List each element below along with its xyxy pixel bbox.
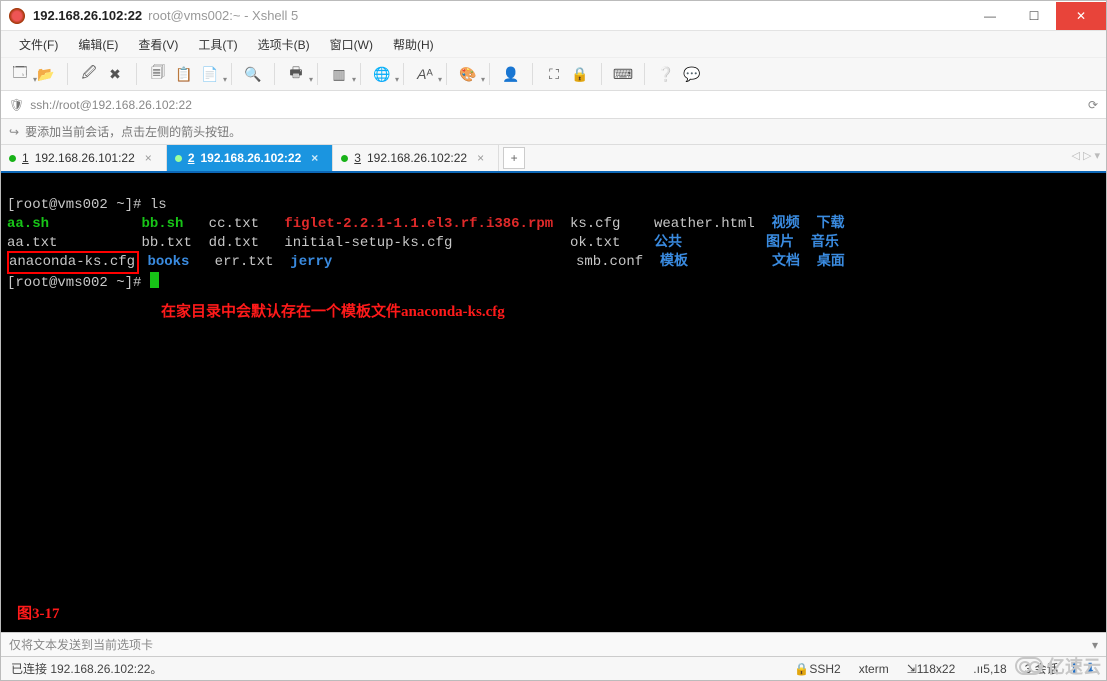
close-button[interactable]: ✕	[1056, 2, 1106, 30]
separator	[403, 63, 404, 85]
status-term-type: xterm	[859, 662, 889, 676]
tab-close-icon[interactable]: ×	[145, 151, 152, 165]
toolbar: 🗔 📂 🖉 ✖ 🗐 📋 📄 🔍 🖶 ▥ 🌐 Aᴬ 🎨 👤 ⛶ 🔒 ⌨ ❔ 💬	[1, 57, 1106, 91]
status-size: 118x22	[917, 662, 955, 676]
send-mode-label: 仅将文本发送到当前选项卡	[9, 636, 153, 653]
app-logo-icon	[9, 8, 25, 24]
help-icon[interactable]: ❔	[655, 63, 677, 85]
hint-arrow-icon[interactable]: ↪	[9, 125, 19, 139]
tab-2[interactable]: 2 192.168.26.102:22 ×	[167, 145, 333, 171]
tab-close-icon[interactable]: ×	[477, 151, 484, 165]
encoding-icon[interactable]: 🌐	[371, 63, 393, 85]
tab-close-icon[interactable]: ×	[311, 151, 318, 165]
open-icon[interactable]: 📂	[35, 63, 57, 85]
status-bar: 已连接 192.168.26.102:22。 🔒 SSH2 xterm ⇲ 11…	[1, 656, 1106, 680]
disconnect-icon[interactable]: ✖	[104, 63, 126, 85]
hint-text: 要添加当前会话，点击左侧的箭头按钮。	[25, 123, 241, 140]
tab-index: 1	[22, 151, 29, 165]
title-bar: 192.168.26.102:22 root@vms002:~ - Xshell…	[1, 1, 1106, 31]
cursor-icon	[150, 272, 159, 288]
search-icon[interactable]: 🔍	[242, 63, 264, 85]
font-icon[interactable]: Aᴬ	[414, 63, 436, 85]
separator	[489, 63, 490, 85]
separator	[360, 63, 361, 85]
separator	[67, 63, 68, 85]
tab-add-button[interactable]: +	[503, 147, 525, 169]
maximize-button[interactable]: ☐	[1012, 2, 1056, 30]
reconnect-icon[interactable]: 🖉	[78, 63, 100, 85]
send-dropdown-icon[interactable]: ▾	[1092, 638, 1098, 652]
status-dot-icon	[175, 155, 182, 162]
separator	[532, 63, 533, 85]
annotation-text: 在家目录中会默认存在一个模板文件anaconda-ks.cfg	[161, 303, 505, 322]
status-connection: 已连接 192.168.26.102:22。	[11, 660, 162, 677]
tab-3[interactable]: 3 192.168.26.102:22 ×	[333, 145, 499, 171]
separator	[231, 63, 232, 85]
about-icon[interactable]: 💬	[681, 63, 703, 85]
tab-bar: 1 192.168.26.101:22 × 2 192.168.26.102:2…	[1, 145, 1106, 173]
user-icon[interactable]: 👤	[500, 63, 522, 85]
tab-index: 2	[188, 151, 195, 165]
menu-tabs[interactable]: 选项卡(B)	[250, 33, 318, 56]
status-dot-icon	[9, 155, 16, 162]
separator	[446, 63, 447, 85]
color-icon[interactable]: 🎨	[457, 63, 479, 85]
tab-1[interactable]: 1 192.168.26.101:22 ×	[1, 145, 167, 171]
layout-icon[interactable]: ▥	[328, 63, 350, 85]
terminal-line: [root@vms002 ~]# ls	[7, 197, 167, 213]
watermark-icon	[1015, 657, 1043, 675]
window-title: 192.168.26.102:22	[33, 8, 142, 23]
highlight-box: anaconda-ks.cfg	[7, 251, 139, 274]
menu-window[interactable]: 窗口(W)	[322, 33, 381, 56]
lock-icon[interactable]: 🔒	[569, 63, 591, 85]
fullscreen-icon[interactable]: ⛶	[543, 63, 565, 85]
status-resize-icon: ⇲	[907, 662, 917, 676]
reload-icon[interactable]: ⟳	[1088, 98, 1098, 112]
watermark-text: 亿速云	[1047, 653, 1101, 679]
properties-icon[interactable]: 🗐	[147, 63, 169, 85]
menu-bar: 文件(F) 编辑(E) 查看(V) 工具(T) 选项卡(B) 窗口(W) 帮助(…	[1, 31, 1106, 57]
tab-label: 192.168.26.101:22	[35, 151, 135, 165]
new-session-icon[interactable]: 🗔	[9, 63, 31, 85]
figure-label: 图3-17	[17, 605, 60, 624]
separator	[644, 63, 645, 85]
paste-icon[interactable]: 📄	[199, 63, 221, 85]
menu-file[interactable]: 文件(F)	[11, 33, 66, 56]
status-protocol: SSH2	[809, 662, 840, 676]
tab-index: 3	[354, 151, 361, 165]
separator	[317, 63, 318, 85]
separator	[274, 63, 275, 85]
hint-bar: ↪ 要添加当前会话，点击左侧的箭头按钮。	[1, 119, 1106, 145]
keyboard-icon[interactable]: ⌨	[612, 63, 634, 85]
tab-label: 192.168.26.102:22	[201, 151, 302, 165]
terminal-prompt: [root@vms002 ~]#	[7, 275, 150, 291]
status-position: 5,18	[983, 662, 1006, 676]
address-input[interactable]: ssh://root@192.168.26.102:22	[30, 98, 1088, 112]
menu-help[interactable]: 帮助(H)	[385, 33, 442, 56]
menu-edit[interactable]: 编辑(E)	[70, 33, 126, 56]
status-dot-icon	[341, 155, 348, 162]
watermark: 亿速云	[1015, 653, 1101, 679]
separator	[601, 63, 602, 85]
status-lock-icon: 🔒	[794, 662, 809, 676]
window-subtitle: root@vms002:~ - Xshell 5	[148, 8, 298, 23]
status-row-icon: .ıı	[973, 662, 983, 676]
shield-icon: 🛡	[9, 98, 24, 112]
menu-view[interactable]: 查看(V)	[130, 33, 186, 56]
address-bar: 🛡 ssh://root@192.168.26.102:22 ⟳	[1, 91, 1106, 119]
minimize-button[interactable]: —	[968, 2, 1012, 30]
tab-nav[interactable]: ◁ ▷ ▾	[1071, 149, 1100, 162]
tab-label: 192.168.26.102:22	[367, 151, 467, 165]
print-icon[interactable]: 🖶	[285, 63, 307, 85]
send-bar[interactable]: 仅将文本发送到当前选项卡 ▾	[1, 632, 1106, 656]
copy-icon[interactable]: 📋	[173, 63, 195, 85]
terminal[interactable]: [root@vms002 ~]# ls aa.sh bb.sh cc.txt f…	[1, 173, 1106, 632]
separator	[136, 63, 137, 85]
menu-tools[interactable]: 工具(T)	[190, 33, 245, 56]
